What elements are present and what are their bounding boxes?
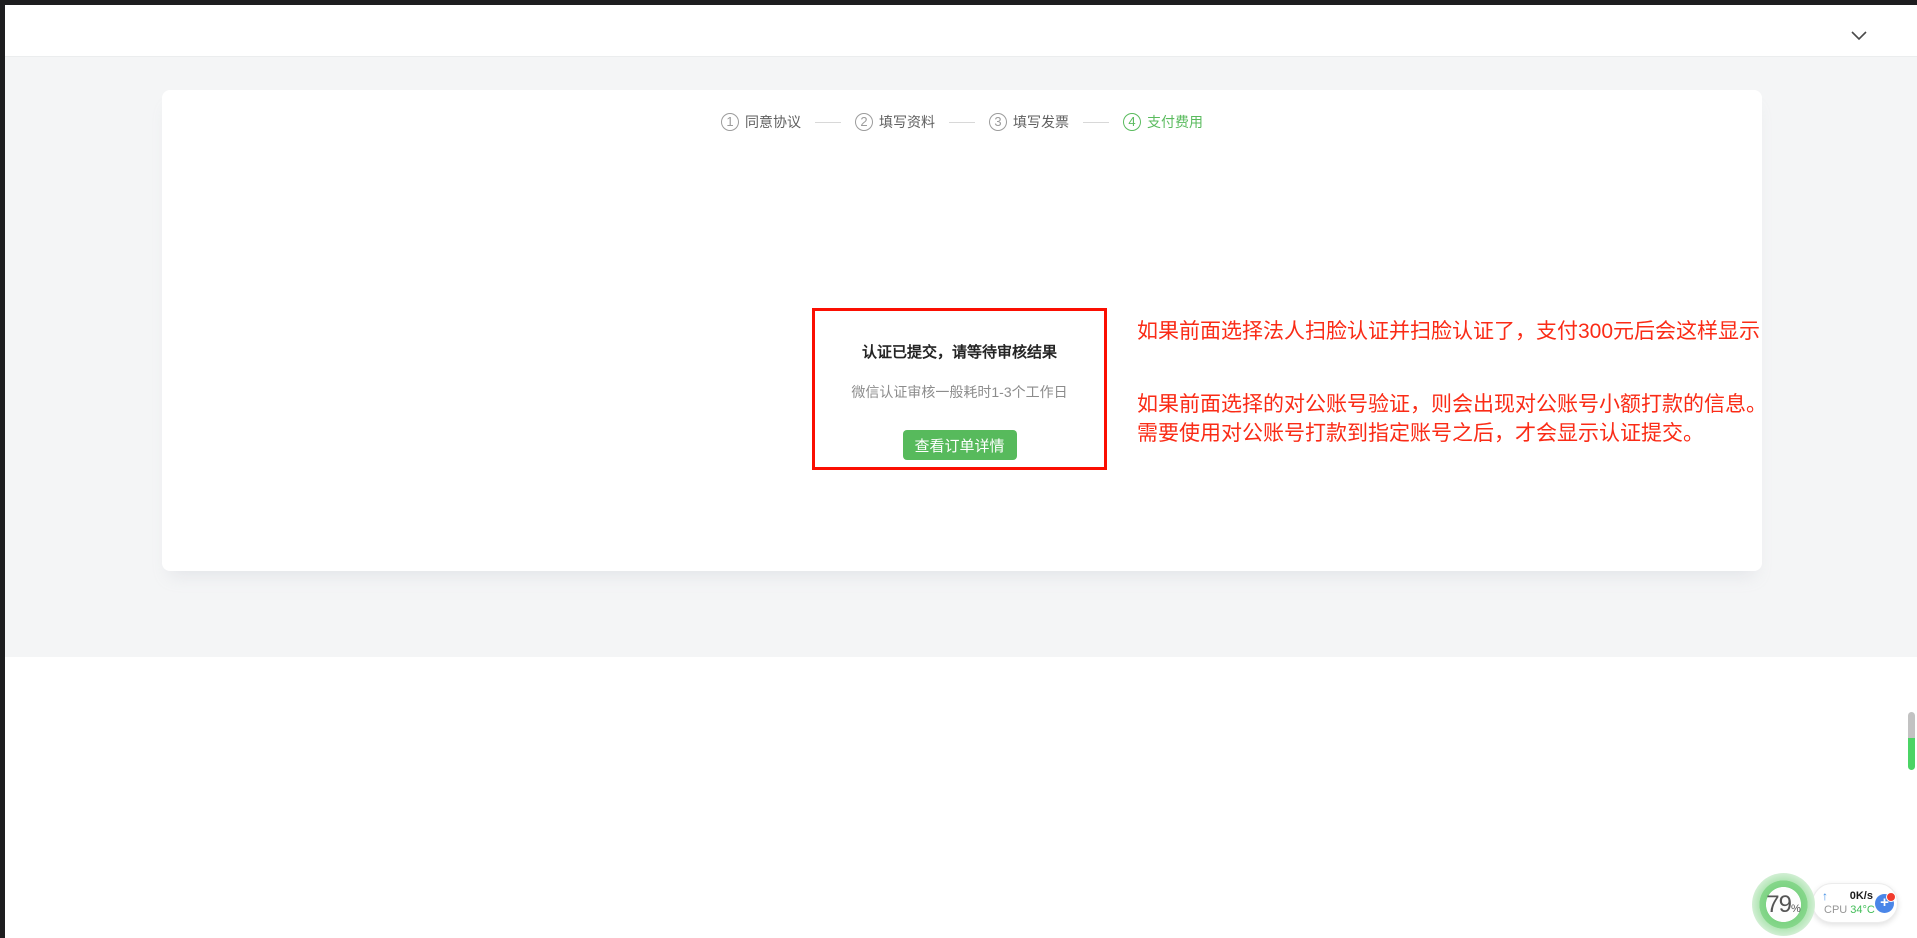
edge-indicator-gray	[1908, 712, 1915, 738]
cpu-label: CPU	[1824, 904, 1847, 916]
step-connector	[1083, 122, 1109, 123]
gauge-percent-value: 79	[1766, 891, 1791, 919]
workspace: 1 同意协议 2 填写资料 3 填写发票 4 支付费用	[5, 57, 1917, 657]
step-fill-info: 2 填写资料	[855, 112, 935, 132]
stepper: 1 同意协议 2 填写资料 3 填写发票 4 支付费用	[162, 112, 1762, 132]
gauge-percent-unit: %	[1791, 903, 1801, 915]
system-monitor-panel[interactable]: ↑ 0K/s CPU 34°C +	[1812, 883, 1898, 923]
notification-dot	[1886, 892, 1896, 902]
topbar	[5, 5, 1917, 57]
step-connector	[815, 122, 841, 123]
result-subtitle: 微信认证审核一般耗时1-3个工作日	[851, 382, 1067, 402]
chevron-down-icon[interactable]	[1851, 28, 1867, 38]
edge-indicator-green	[1908, 738, 1915, 770]
annotation-bank-transfer-line2: 需要使用对公账号打款到指定账号之后，才会显示认证提交。	[1137, 419, 1767, 448]
upload-arrow-icon: ↑	[1822, 890, 1828, 902]
annotation-scan-face: 如果前面选择法人扫脸认证并扫脸认证了，支付300元后会这样显示	[1137, 321, 1760, 343]
step-4-label: 支付费用	[1147, 112, 1203, 132]
step-connector	[949, 122, 975, 123]
view-order-button[interactable]: 查看订单详情	[903, 430, 1017, 460]
submission-result-box: 认证已提交，请等待审核结果 微信认证审核一般耗时1-3个工作日 查看订单详情	[812, 308, 1107, 470]
result-title: 认证已提交，请等待审核结果	[862, 341, 1057, 362]
step-payment: 4 支付费用	[1123, 112, 1203, 132]
cpu-temperature: 34°C	[1850, 904, 1875, 916]
cpu-row: CPU 34°C	[1824, 903, 1873, 917]
annotation-bank-transfer-line1: 如果前面选择的对公账号验证，则会出现对公账号小额打款的信息。	[1137, 390, 1767, 419]
step-4-circle: 4	[1123, 113, 1141, 131]
step-2-label: 填写资料	[879, 112, 935, 132]
plus-icon[interactable]: +	[1875, 894, 1894, 913]
step-2-circle: 2	[855, 113, 873, 131]
step-1-circle: 1	[721, 113, 739, 131]
annotation-bank-transfer: 如果前面选择的对公账号验证，则会出现对公账号小额打款的信息。 需要使用对公账号打…	[1137, 390, 1767, 448]
screen: 1 同意协议 2 填写资料 3 填写发票 4 支付费用	[0, 0, 1917, 938]
step-agree: 1 同意协议	[721, 112, 801, 132]
memory-gauge-ball[interactable]: 79 %	[1752, 873, 1815, 936]
step-3-label: 填写发票	[1013, 112, 1069, 132]
step-3-circle: 3	[989, 113, 1007, 131]
step-1-label: 同意协议	[745, 112, 801, 132]
edge-scroll-indicator[interactable]	[1908, 712, 1915, 770]
upload-speed: 0K/s	[1850, 890, 1873, 902]
step-invoice: 3 填写发票	[989, 112, 1069, 132]
network-row: ↑ 0K/s	[1822, 889, 1873, 903]
